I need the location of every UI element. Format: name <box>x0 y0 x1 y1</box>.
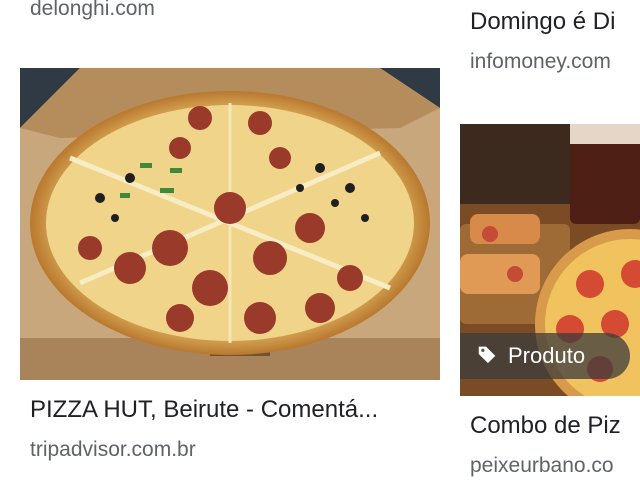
tag-icon <box>476 343 498 370</box>
result-title[interactable]: Combo de Piz <box>470 412 621 440</box>
badge-label: Produto <box>508 343 586 368</box>
result-image-pizza[interactable] <box>20 68 440 380</box>
result-title[interactable]: PIZZA HUT, Beirute - Comentá... <box>30 396 430 424</box>
result-image-combo[interactable]: Produto <box>460 124 640 396</box>
result-domain[interactable]: tripadvisor.com.br <box>30 438 196 462</box>
result-domain[interactable]: infomoney.com <box>470 50 611 74</box>
result-domain[interactable]: peixeurbano.co <box>470 454 614 478</box>
result-title[interactable]: Domingo é Di <box>470 8 615 36</box>
pizza-image <box>20 68 440 380</box>
result-domain[interactable]: delonghi.com <box>30 0 155 21</box>
product-badge: Produto <box>460 333 630 379</box>
